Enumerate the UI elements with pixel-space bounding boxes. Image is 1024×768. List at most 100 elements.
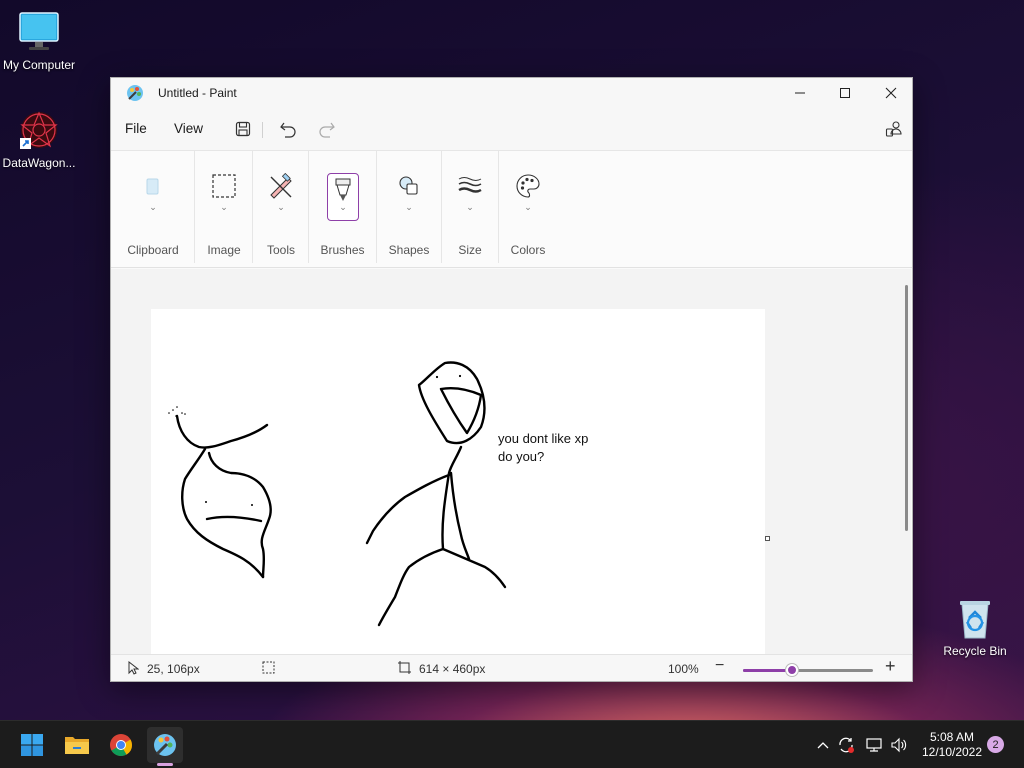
- chrome-button[interactable]: [103, 727, 139, 763]
- pointer-icon: [127, 660, 140, 678]
- save-icon: [235, 121, 251, 137]
- size-icon: [458, 177, 482, 193]
- start-button[interactable]: [14, 727, 50, 763]
- ribbon-group-label: Clipboard: [127, 243, 179, 257]
- drawing-canvas[interactable]: you dont like xp do you?: [151, 309, 765, 654]
- show-hidden-icons-button[interactable]: [813, 735, 833, 755]
- desktop-icon-my-computer[interactable]: My Computer: [0, 10, 79, 72]
- ribbon-group-tools[interactable]: ⌄ Tools: [253, 151, 309, 269]
- system-clock[interactable]: 5:08 AM 12/10/2022: [917, 730, 987, 760]
- maximize-button[interactable]: [822, 78, 868, 108]
- volume-button[interactable]: [889, 735, 909, 755]
- monitor-icon: [17, 10, 61, 54]
- redo-button[interactable]: [316, 118, 338, 140]
- maximize-icon: [840, 88, 850, 98]
- zoom-slider-thumb[interactable]: [786, 664, 799, 676]
- redo-icon: [319, 122, 335, 138]
- paint-window: Untitled - Paint File View ⌄ Clipboard ⌄…: [110, 77, 913, 682]
- recycle-bin-icon: [953, 596, 997, 640]
- ribbon-group-label: Colors: [510, 243, 546, 257]
- file-explorer-icon: [65, 737, 89, 754]
- account-icon: [885, 121, 902, 137]
- clock-date: 12/10/2022: [921, 745, 983, 759]
- ribbon-group-label: Size: [458, 243, 482, 257]
- ribbon-group-brushes[interactable]: ⌄ Brushes: [309, 151, 376, 269]
- ribbon-group-image[interactable]: ⌄ Image: [195, 151, 253, 269]
- sync-status-button[interactable]: [836, 735, 856, 755]
- desktop-icon-datawagon[interactable]: DataWagon...: [0, 108, 79, 170]
- cursor-position: 25, 106px: [147, 662, 200, 676]
- canvas-size-icon: [398, 661, 411, 677]
- zoom-in-button[interactable]: +: [885, 656, 896, 677]
- datawagon-icon: [17, 108, 61, 152]
- chevron-down-icon: ⌄: [149, 203, 157, 213]
- menu-bar: File View: [111, 108, 912, 150]
- menu-view[interactable]: View: [174, 121, 203, 136]
- selection-icon: [212, 174, 236, 198]
- zoom-out-button[interactable]: −: [715, 657, 724, 675]
- status-bar: 25, 106px 614 × 460px 100% − +: [111, 654, 912, 681]
- menu-file[interactable]: File: [125, 121, 147, 136]
- zoom-slider-fill: [743, 669, 793, 672]
- paint-icon: [154, 734, 176, 756]
- zoom-level: 100%: [668, 662, 699, 676]
- ribbon-group-clipboard[interactable]: ⌄ Clipboard: [111, 151, 195, 269]
- ribbon-group-label: Brushes: [320, 243, 365, 257]
- vertical-scrollbar[interactable]: [905, 285, 908, 531]
- minimize-button[interactable]: [777, 78, 823, 108]
- notification-badge[interactable]: 2: [987, 736, 1004, 753]
- undo-button[interactable]: [277, 118, 299, 140]
- chevron-down-icon: ⌄: [466, 203, 474, 213]
- sync-icon: [839, 737, 854, 753]
- menu-divider: [262, 122, 263, 138]
- ribbon-group-label: Image: [207, 243, 241, 257]
- chevron-down-icon: ⌄: [524, 203, 532, 213]
- brush-icon: [335, 178, 351, 201]
- desktop-icon-label: DataWagon...: [2, 156, 76, 170]
- desktop-icon-label: My Computer: [2, 58, 76, 72]
- save-button[interactable]: [232, 118, 254, 140]
- stick-figure-drawing: [168, 361, 507, 627]
- chrome-icon: [110, 734, 132, 756]
- selection-size-icon: [262, 661, 275, 677]
- file-explorer-button[interactable]: [59, 727, 95, 763]
- tools-icon: [270, 173, 292, 199]
- ribbon-group-label: Tools: [266, 243, 295, 257]
- volume-icon: [891, 737, 907, 753]
- chevron-down-icon: ⌄: [405, 203, 413, 213]
- palette-icon: [516, 174, 540, 198]
- canvas-workspace: you dont like xp do you?: [111, 269, 911, 654]
- zoom-slider[interactable]: [743, 664, 873, 676]
- close-button[interactable]: [868, 78, 912, 108]
- chevron-down-icon: ⌄: [339, 203, 347, 213]
- shapes-icon: [399, 176, 418, 195]
- clock-time: 5:08 AM: [929, 730, 975, 744]
- close-icon: [885, 87, 897, 99]
- chevron-down-icon: ⌄: [220, 203, 228, 213]
- title-bar[interactable]: Untitled - Paint: [111, 78, 912, 108]
- start-icon: [21, 734, 43, 756]
- undo-icon: [280, 122, 296, 138]
- taskbar: 5:08 AM 12/10/2022: [0, 720, 1024, 768]
- chevron-up-icon: [817, 742, 829, 749]
- canvas-resize-handle[interactable]: [765, 536, 770, 541]
- ribbon-group-label: Shapes: [388, 243, 430, 257]
- minimize-icon: [795, 92, 805, 94]
- canvas-size: 614 × 460px: [419, 662, 486, 676]
- canvas-text: you dont like xp do you?: [498, 431, 589, 464]
- ribbon-group-colors[interactable]: ⌄ Colors: [499, 151, 557, 269]
- network-icon: [866, 738, 882, 752]
- desktop-icon-recycle-bin[interactable]: Recycle Bin: [935, 596, 1015, 658]
- paint-taskbar-button[interactable]: [147, 727, 183, 763]
- ribbon: ⌄ Clipboard ⌄ Image ⌄ Tools ⌄ Brushes ⌄ …: [111, 150, 912, 268]
- active-app-indicator: [157, 763, 173, 766]
- network-button[interactable]: [864, 735, 884, 755]
- paint-icon: [126, 84, 144, 106]
- account-button[interactable]: [883, 118, 905, 140]
- desktop-icon-label: Recycle Bin: [943, 644, 1007, 658]
- chevron-down-icon: ⌄: [277, 203, 285, 213]
- clipboard-icon: [146, 178, 159, 195]
- window-title: Untitled - Paint: [158, 86, 237, 100]
- ribbon-group-shapes[interactable]: ⌄ Shapes: [377, 151, 441, 269]
- ribbon-group-size[interactable]: ⌄ Size: [442, 151, 498, 269]
